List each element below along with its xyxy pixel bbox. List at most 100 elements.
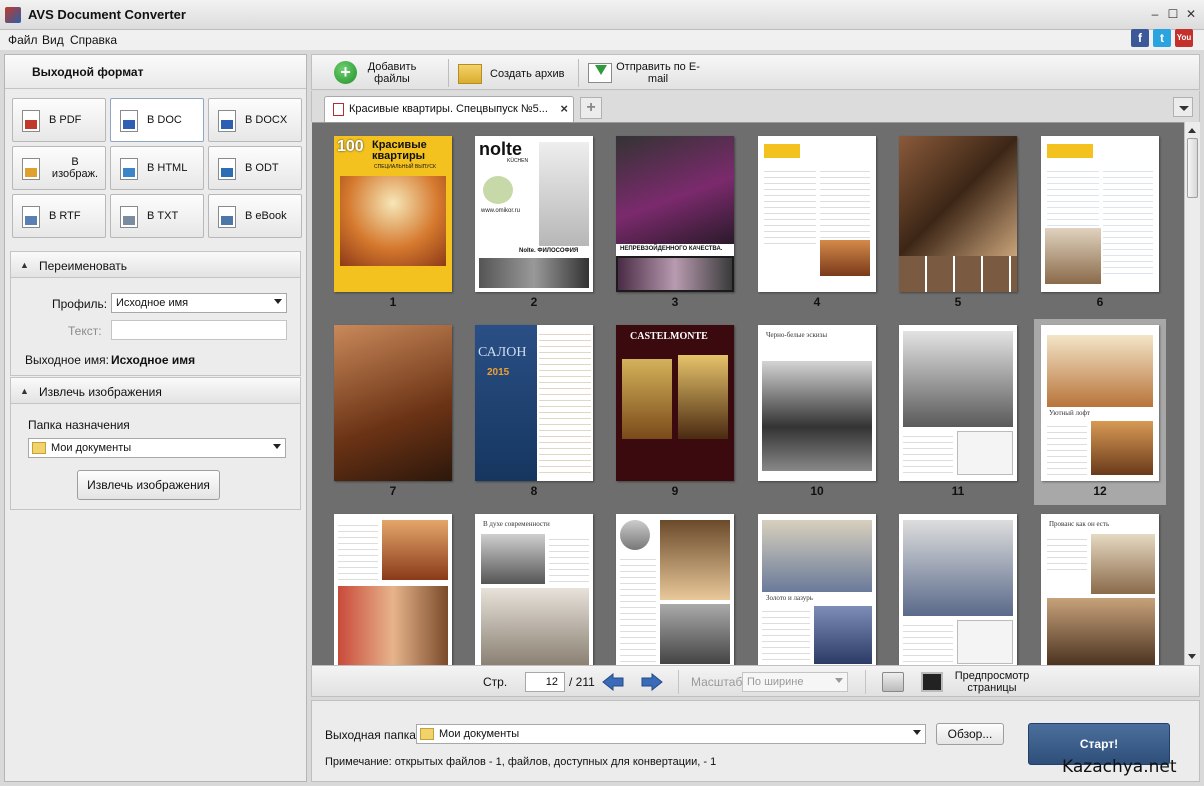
cover-brand: nolte xyxy=(479,139,522,159)
image-icon xyxy=(22,158,40,180)
page-number-5: 5 xyxy=(954,295,962,309)
scroll-up-icon[interactable] xyxy=(1188,128,1196,133)
profile-select[interactable]: Исходное имя xyxy=(111,293,287,313)
format-ebook-button[interactable]: В eBook xyxy=(208,194,302,238)
page-thumbnail-17[interactable] xyxy=(899,514,1017,665)
output-folder-value: Мои документы xyxy=(439,728,520,740)
tab-menu-button[interactable] xyxy=(1173,97,1193,117)
youtube-icon[interactable]: You xyxy=(1175,29,1193,47)
format-txt-button[interactable]: В TXT xyxy=(110,194,204,238)
total-pages: / 211 xyxy=(569,675,595,689)
add-tab-button[interactable]: + xyxy=(580,97,602,119)
scroll-thumb[interactable] xyxy=(1187,138,1198,198)
page-number-8: 8 xyxy=(530,484,538,498)
extract-images-button[interactable]: Извлечь изображения xyxy=(77,470,220,500)
preview-screen-icon[interactable] xyxy=(921,672,943,692)
create-archive-button[interactable]: Создать архив xyxy=(456,57,576,89)
previous-page-button[interactable] xyxy=(602,672,624,692)
arrow-left-icon xyxy=(602,672,624,692)
format-odt-button[interactable]: В ODT xyxy=(208,146,302,190)
output-folder-select[interactable]: Мои документы xyxy=(416,724,926,744)
document-tab[interactable]: Красивые квартиры. Спецвыпуск №5... × xyxy=(324,96,574,122)
cover-number: 100 xyxy=(337,138,364,155)
watermark: Kazachya.net xyxy=(1062,757,1177,777)
destination-folder-select[interactable]: Мои документы xyxy=(28,438,286,458)
pdf-icon xyxy=(22,110,40,132)
archive-folder-icon xyxy=(458,64,482,84)
menu-view[interactable]: Вид xyxy=(42,33,64,47)
menu-file[interactable]: Файл xyxy=(8,33,38,47)
cover-brand: CASTELMONTE xyxy=(630,331,708,342)
page-thumbnail-3[interactable]: НЕПРЕВЗОЙДЕННОГО КАЧЕСТВА. xyxy=(616,136,734,292)
text-input[interactable] xyxy=(111,320,287,340)
page-thumbnail-1[interactable]: 100 Красивые квартиры СПЕЦИАЛЬНЫЙ ВЫПУСК xyxy=(334,136,452,292)
format-rtf-button[interactable]: В RTF xyxy=(12,194,106,238)
rename-section-title: Переименовать xyxy=(39,259,127,273)
scroll-down-icon[interactable] xyxy=(1188,654,1196,659)
format-label: В HTML xyxy=(147,162,188,174)
page-number-10: 10 xyxy=(810,484,824,498)
page-thumbnail-12[interactable]: Уютный лофт xyxy=(1041,325,1159,481)
menu-bar: Файл Вид Справка xyxy=(0,30,1204,50)
vertical-scrollbar[interactable] xyxy=(1184,122,1200,665)
cover-caption: Nolte. ФИЛОСОФИЯ xyxy=(519,248,579,254)
format-doc-button[interactable]: В DOC xyxy=(110,98,204,142)
format-label: В изображ. xyxy=(51,156,99,180)
page-number-value: 12 xyxy=(545,676,558,688)
format-docx-button[interactable]: В DOCX xyxy=(208,98,302,142)
facebook-icon[interactable]: f xyxy=(1131,29,1149,47)
page-number-input[interactable]: 12 xyxy=(525,672,565,692)
conversion-note: Примечание: открытых файлов - 1, файлов,… xyxy=(325,756,717,768)
page-thumbnail-5[interactable] xyxy=(899,136,1017,292)
page-number-9: 9 xyxy=(671,484,679,498)
add-icon: + xyxy=(334,61,357,84)
text-label: Текст: xyxy=(68,324,102,338)
close-tab-icon[interactable]: × xyxy=(560,101,568,116)
page-thumbnail-6[interactable] xyxy=(1041,136,1159,292)
page-thumbnail-11[interactable] xyxy=(899,325,1017,481)
maximize-button[interactable]: ☐ xyxy=(1164,5,1182,23)
zoom-select[interactable]: По ширине xyxy=(742,672,848,692)
left-panel: Выходной формат В PDF В DOC В DOCX В изо… xyxy=(4,54,307,782)
format-html-button[interactable]: В HTML xyxy=(110,146,204,190)
destination-folder-value: Мои документы xyxy=(51,442,132,454)
browse-button[interactable]: Обзор... xyxy=(936,723,1004,745)
add-files-button[interactable]: + Добавить файлы xyxy=(332,57,442,89)
page-thumbnail-10[interactable]: Черно-белые эскизы xyxy=(758,325,876,481)
page-thumbnail-2[interactable]: nolte KÜCHEN www.omikor.ru Nolte. ФИЛОСО… xyxy=(475,136,593,292)
page-thumbnail-4[interactable] xyxy=(758,136,876,292)
page-thumbnail-7[interactable] xyxy=(334,325,452,481)
next-page-button[interactable] xyxy=(641,672,663,692)
page-thumbnail-18[interactable]: Прованс как он есть xyxy=(1041,514,1159,665)
twitter-icon[interactable]: t xyxy=(1153,29,1171,47)
print-icon[interactable] xyxy=(882,672,904,692)
page-thumbnail-16[interactable]: Золото и лазурь xyxy=(758,514,876,665)
page-thumbnails-viewer: 100 Красивые квартиры СПЕЦИАЛЬНЫЙ ВЫПУСК… xyxy=(312,122,1184,665)
extract-section-header[interactable]: ▲ Извлечь изображения xyxy=(10,377,301,404)
page-thumbnail-14[interactable]: В духе современности xyxy=(475,514,593,665)
preview-page-label[interactable]: Предпросмотр страницы xyxy=(952,670,1032,694)
page-thumbnail-13[interactable] xyxy=(334,514,452,665)
page-thumbnail-15[interactable] xyxy=(616,514,734,665)
send-email-button[interactable]: Отправить по E-mail xyxy=(586,57,706,89)
close-button[interactable]: ✕ xyxy=(1182,5,1200,23)
page-thumbnail-8[interactable]: САЛОН 2015 xyxy=(475,325,593,481)
page-number-6: 6 xyxy=(1096,295,1104,309)
minimize-button[interactable]: – xyxy=(1146,5,1164,23)
menu-help[interactable]: Справка xyxy=(70,33,117,47)
format-pdf-button[interactable]: В PDF xyxy=(12,98,106,142)
page-thumbnail-9[interactable]: CASTELMONTE xyxy=(616,325,734,481)
format-image-button[interactable]: В изображ. xyxy=(12,146,106,190)
page-heading: Уютный лофт xyxy=(1049,409,1091,417)
destination-folder-label: Папка назначения xyxy=(28,418,130,432)
page-heading: Прованс как он есть xyxy=(1049,520,1110,528)
cover-subtitle: СПЕЦИАЛЬНЫЙ ВЫПУСК xyxy=(374,164,436,170)
navigation-bar: Стр. 12 / 211 Масштаб По ширине Предпрос… xyxy=(311,665,1200,697)
document-tab-bar: Красивые квартиры. Спецвыпуск №5... × + xyxy=(311,91,1200,122)
zoom-label: Масштаб xyxy=(691,675,743,689)
format-label: В DOC xyxy=(147,114,182,126)
profile-select-value: Исходное имя xyxy=(116,297,189,309)
separator xyxy=(678,670,679,694)
rename-section-header[interactable]: ▲ Переименовать xyxy=(10,251,301,278)
format-label: В RTF xyxy=(49,210,81,222)
